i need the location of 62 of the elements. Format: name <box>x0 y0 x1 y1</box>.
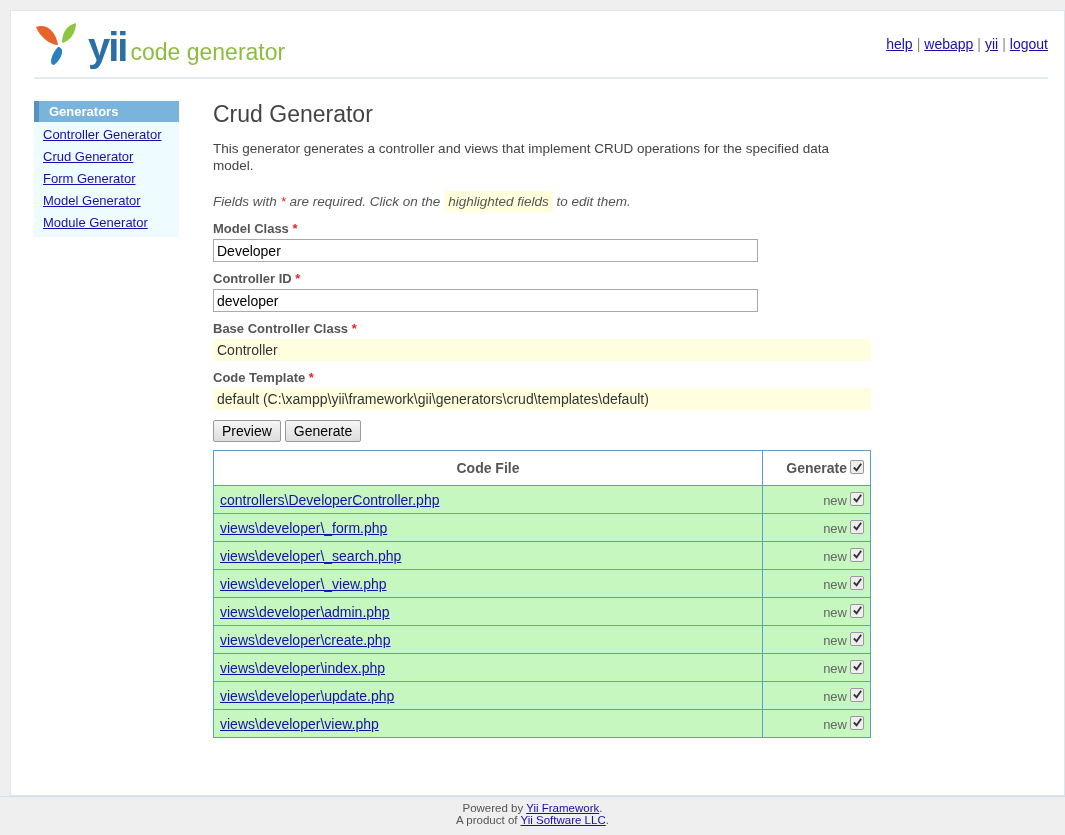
logo-subtitle: code generator <box>130 38 286 67</box>
footer-text: A product of <box>456 814 519 826</box>
form-button[interactable]: Preview <box>213 420 281 442</box>
file-link[interactable]: views\developer\create.php <box>220 631 391 648</box>
footer-text: Powered by <box>462 802 525 814</box>
checkbox[interactable] <box>850 575 864 590</box>
column-header: Code File <box>213 450 763 486</box>
sidebar-link[interactable]: Model Generator <box>43 192 179 209</box>
checkbox[interactable] <box>850 491 864 506</box>
header-link[interactable]: webapp <box>924 36 974 52</box>
footer-link[interactable]: Yii Software LLC <box>520 814 606 826</box>
sidebar-link[interactable]: Form Generator <box>43 170 179 187</box>
field-label: Model Class * <box>213 221 299 236</box>
file-status: new <box>823 688 847 704</box>
file-status: new <box>823 576 847 592</box>
checkbox[interactable] <box>850 715 864 730</box>
link-separator: | <box>977 36 981 52</box>
link-separator: | <box>916 36 921 52</box>
checkbox[interactable] <box>850 687 864 702</box>
footer-text: . <box>599 802 603 814</box>
checkbox[interactable] <box>850 519 864 534</box>
sidebar-title: Generators <box>34 101 179 122</box>
checkbox[interactable] <box>850 603 864 618</box>
file-status: new <box>823 716 847 732</box>
input-field[interactable]: developer <box>213 289 758 312</box>
file-link[interactable]: views\developer\_view.php <box>220 575 387 592</box>
sticky-field[interactable]: Controller <box>213 339 871 361</box>
file-link[interactable]: views\developer\update.php <box>220 687 395 704</box>
file-link[interactable]: views\developer\_form.php <box>220 519 388 536</box>
file-status: new <box>823 520 847 536</box>
sidebar-link[interactable]: Module Generator <box>43 214 179 231</box>
file-status: new <box>823 632 847 648</box>
file-link[interactable]: views\developer\index.php <box>220 659 385 676</box>
checkbox[interactable] <box>850 547 864 562</box>
logo-wordmark: yii <box>88 27 127 67</box>
file-status: new <box>823 660 847 676</box>
header-link[interactable]: logout <box>1009 36 1048 52</box>
file-status: new <box>823 492 847 508</box>
header-link[interactable]: help <box>886 36 913 52</box>
field-label: Code Template * <box>213 370 315 385</box>
file-status: new <box>823 604 847 620</box>
input-field[interactable]: Developer <box>213 239 758 262</box>
page-title: Crud Generator <box>213 101 374 128</box>
file-link[interactable]: views\developer\_search.php <box>220 547 402 564</box>
column-header: Generate <box>786 460 847 476</box>
hint-text: Fields with * are required. Click on the highlighted fields to edit them. <box>213 194 871 209</box>
file-status: new <box>823 548 847 564</box>
form-button[interactable]: Generate <box>284 420 362 442</box>
description-text: This generator generates a controller and views that implement CRUD operations for the specified data model. <box>213 140 831 174</box>
file-link[interactable]: views\developer\admin.php <box>220 603 390 620</box>
field-label: Base Controller Class * <box>213 321 358 336</box>
sidebar-link[interactable]: Crud Generator <box>43 148 179 165</box>
sticky-field[interactable]: default (C:\xampp\yii\framework\gii\generators\crud\templates\default) <box>213 388 871 410</box>
footer-text: . <box>605 814 609 826</box>
header-link[interactable]: yii <box>984 36 999 52</box>
checkbox[interactable] <box>850 460 864 474</box>
field-label: Controller ID * <box>213 271 302 286</box>
file-link[interactable]: views\developer\view.php <box>220 715 379 732</box>
checkbox[interactable] <box>850 659 864 674</box>
sidebar-link[interactable]: Controller Generator <box>43 126 179 143</box>
checkbox[interactable] <box>850 631 864 646</box>
link-separator: | <box>1002 36 1006 52</box>
